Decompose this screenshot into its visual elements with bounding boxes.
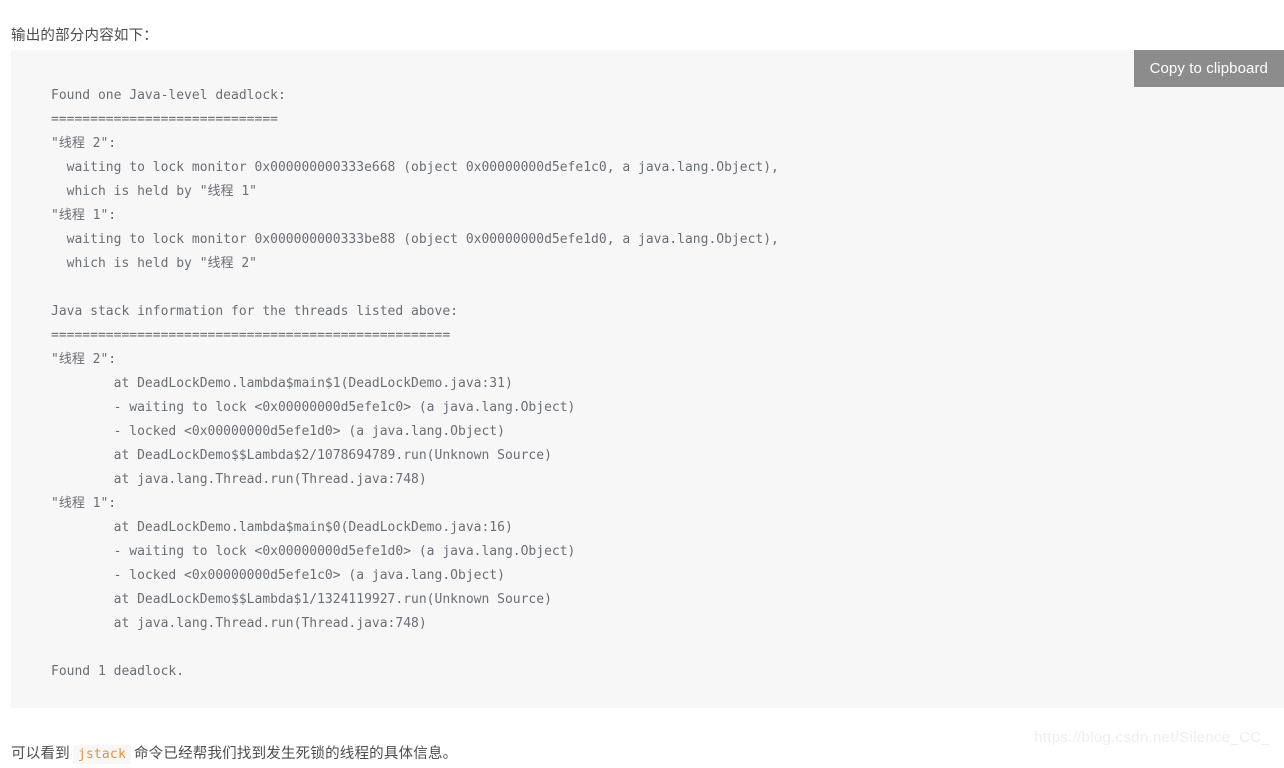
closing-paragraph: 可以看到 jstack 命令已经帮我们找到发生死锁的线程的具体信息。 bbox=[11, 741, 457, 768]
copy-to-clipboard-button[interactable]: Copy to clipboard bbox=[1133, 50, 1284, 87]
article-page: 输出的部分内容如下： Copy to clipboard Found one J… bbox=[0, 0, 1284, 764]
code-block: Copy to clipboard Found one Java-level d… bbox=[11, 50, 1284, 708]
closing-text-before: 可以看到 bbox=[11, 745, 70, 762]
closing-text-after: 命令已经帮我们找到发生死锁的线程的具体信息。 bbox=[133, 745, 458, 762]
watermark: https://blog.csdn.net/Silence_CC_ bbox=[1034, 729, 1270, 746]
code-block-content[interactable]: Found one Java-level deadlock: =========… bbox=[11, 50, 1284, 684]
inline-code-jstack: jstack bbox=[72, 744, 131, 764]
intro-paragraph: 输出的部分内容如下： bbox=[11, 27, 158, 44]
